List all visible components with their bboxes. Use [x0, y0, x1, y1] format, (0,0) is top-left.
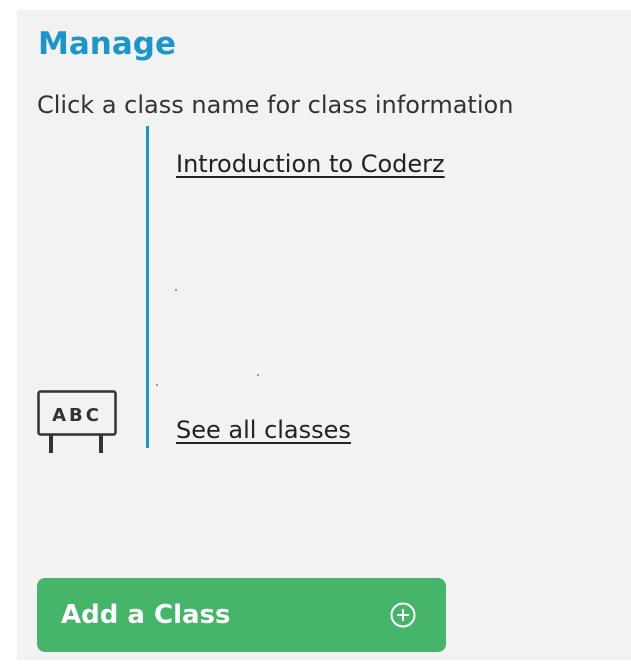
- vertical-divider: [146, 126, 149, 448]
- panel-subtitle: Click a class name for class information: [37, 91, 514, 119]
- manage-panel: Manage Click a class name for class info…: [17, 10, 631, 660]
- plus-circle-icon: [389, 601, 417, 629]
- speck-dot: [175, 289, 177, 291]
- add-class-label: Add a Class: [61, 600, 231, 630]
- see-all-classes-link[interactable]: See all classes: [176, 413, 351, 447]
- svg-text:ABC: ABC: [52, 405, 102, 426]
- speck-dot: [257, 374, 259, 376]
- class-link-introduction-to-coderz[interactable]: Introduction to Coderz: [176, 147, 445, 181]
- speck-dot: [156, 384, 158, 386]
- panel-title: Manage: [38, 26, 176, 62]
- chalkboard-abc-icon: ABC: [37, 390, 117, 462]
- add-class-button[interactable]: Add a Class: [37, 578, 446, 652]
